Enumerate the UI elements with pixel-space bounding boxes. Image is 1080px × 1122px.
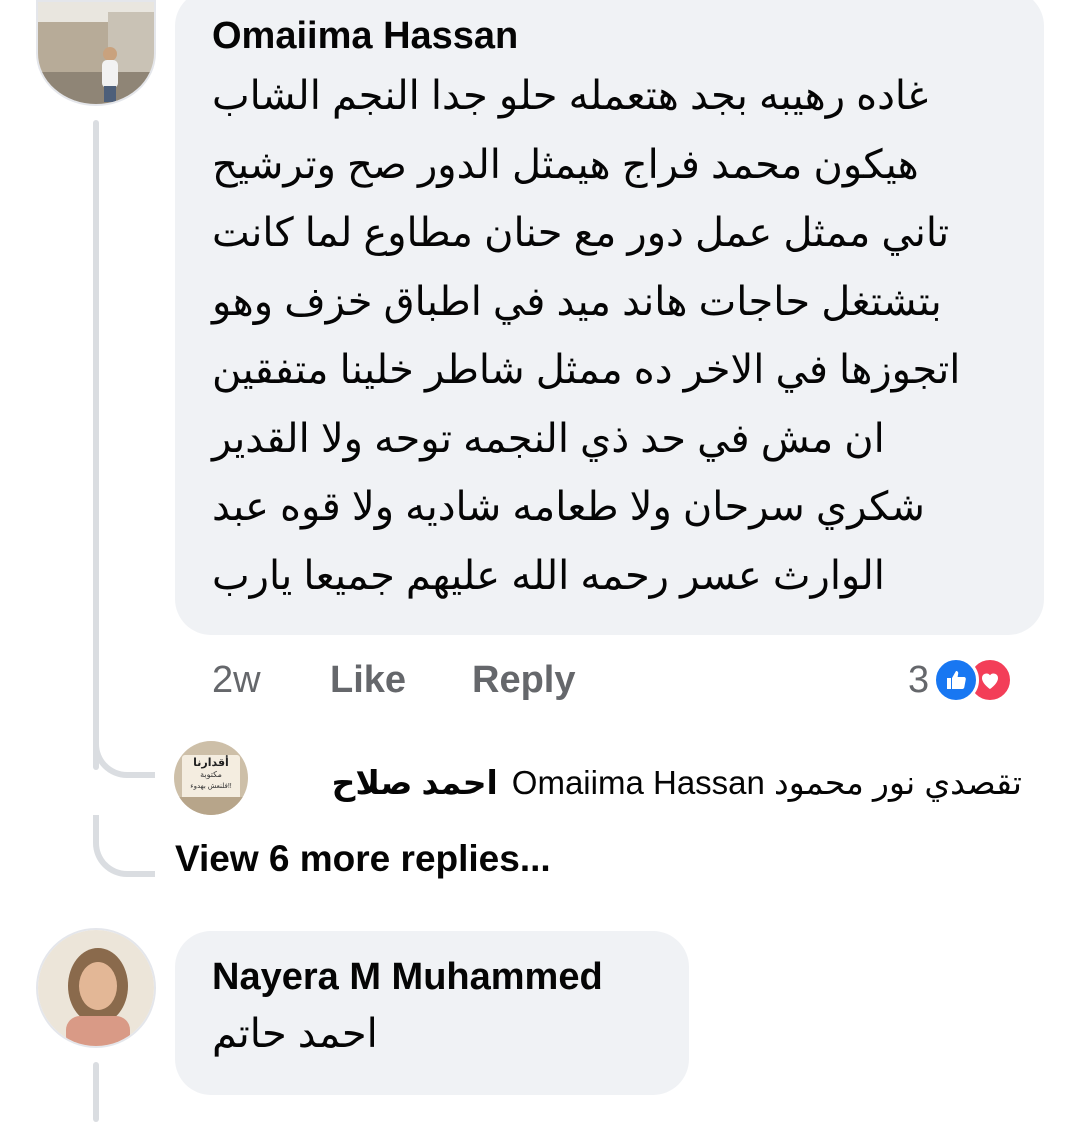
avatar[interactable]: [36, 0, 156, 106]
avatar-photo: [38, 2, 154, 104]
reply-avatar-caption: أقدارنا مكتوبة فلنعش بهدوء!!: [184, 757, 238, 793]
reply-button[interactable]: Reply: [472, 659, 575, 702]
comment-bubble: Omaiima Hassan غاده رهيبه بجد هتعمله حلو…: [175, 0, 1044, 635]
avatar-text: أقدارنا: [193, 757, 229, 769]
view-more-replies-link[interactable]: View 6 more replies...: [175, 838, 551, 880]
comment-author[interactable]: Omaiima Hassan: [212, 14, 1044, 58]
reply-avatar[interactable]: أقدارنا مكتوبة فلنعش بهدوء!!: [174, 741, 248, 815]
comment-text: احمد حاتم: [212, 1012, 378, 1056]
avatar-photo: [38, 930, 154, 1046]
reply-preview[interactable]: تقصدي نور محمود Omaiima Hassan احمد صلاح: [270, 756, 1022, 808]
like-button[interactable]: Like: [330, 659, 472, 702]
thread-connector-view-more: [93, 815, 155, 877]
reply-author[interactable]: احمد صلاح: [332, 763, 498, 802]
comment-actions: 2w Like Reply: [212, 654, 575, 706]
reply-text: تقصدي نور محمود Omaiima Hassan: [511, 763, 1022, 801]
comment-bubble: Nayera M Muhammed احمد حاتم: [175, 931, 689, 1095]
reactions-summary[interactable]: 3: [908, 654, 1014, 706]
reaction-count: 3: [908, 658, 930, 701]
comment-text: غاده رهيبه بجد هتعمله حلو جدا النجم الشا…: [212, 74, 961, 598]
avatar[interactable]: [36, 928, 156, 1048]
comment-author[interactable]: Nayera M Muhammed: [212, 955, 689, 999]
comment-time[interactable]: 2w: [212, 659, 330, 702]
avatar-text: مكتوبة: [200, 770, 222, 779]
thread-line: [93, 1062, 99, 1122]
thread-connector-reply: [93, 720, 155, 778]
like-icon: [933, 657, 980, 703]
thread-line: [93, 120, 99, 770]
avatar-text: فلنعش بهدوء!!: [190, 783, 232, 790]
